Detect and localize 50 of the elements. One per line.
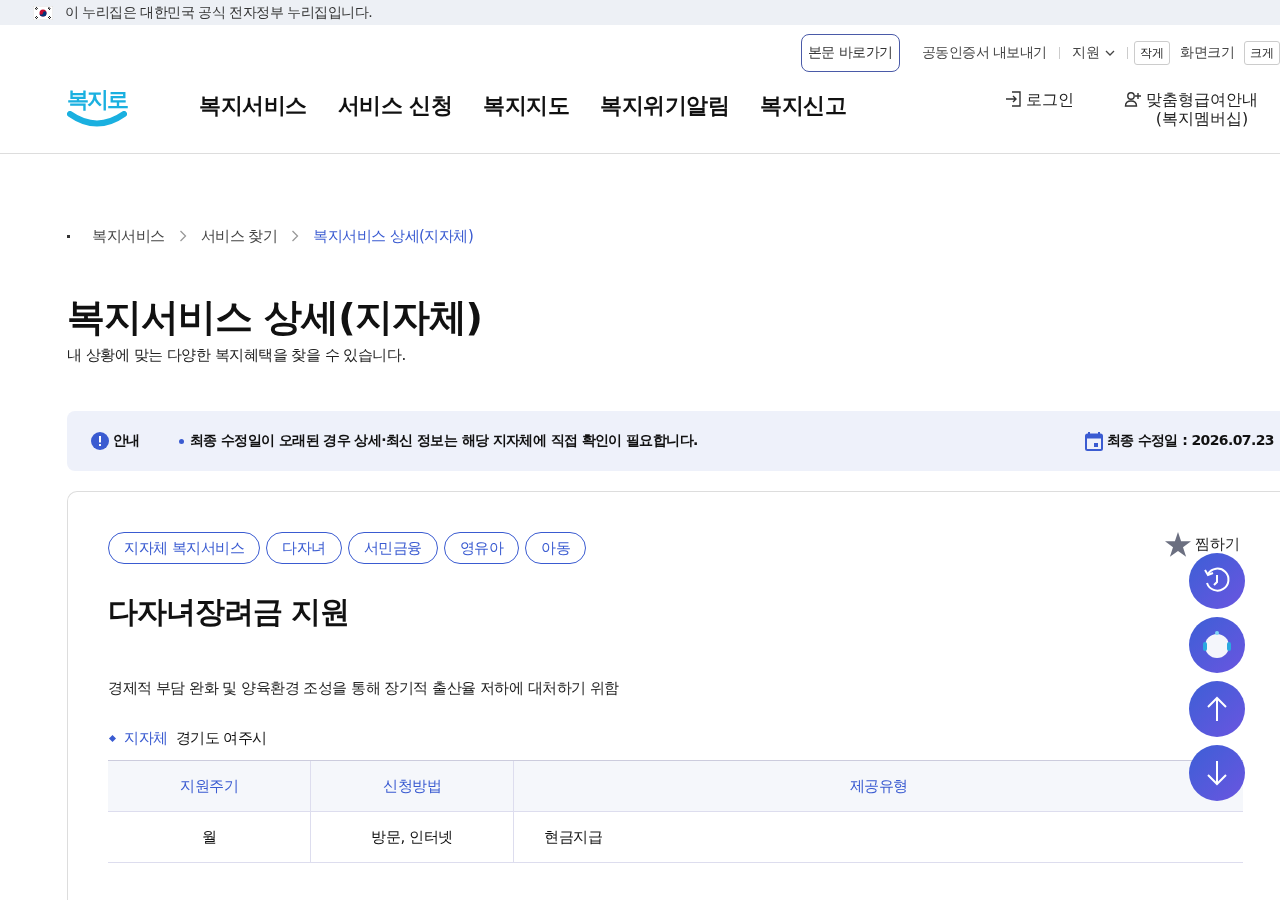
scroll-top-button[interactable] <box>1189 681 1245 737</box>
page-subtitle: 내 상황에 맞는 다양한 복지혜택을 찾을 수 있습니다. <box>67 346 407 365</box>
bullet-icon <box>108 734 117 742</box>
screen-size-label: 화면크기 <box>1179 44 1235 62</box>
membership-button[interactable]: 맞춤형급여안내 (복지멤버십) <box>1118 89 1264 129</box>
utility-link[interactable]: 공동인증서 내보내기 <box>909 44 1059 62</box>
robot-drawing <box>1201 629 1233 661</box>
chevron-down-icon <box>1105 49 1115 57</box>
column-header: 신청방법 <box>310 760 514 812</box>
table-cell: 현금지급 <box>513 811 1243 863</box>
breadcrumb-link[interactable]: 복지서비스 상세(지자체) <box>313 226 474 246</box>
smile-icon <box>67 111 127 127</box>
region-label: 지자체 <box>124 728 168 748</box>
flag-icon <box>33 5 53 20</box>
nav-menu-item[interactable]: 복지위기알림 <box>600 91 730 121</box>
service-description: 경제적 부담 완화 및 양육환경 조성을 통해 장기적 출산율 저하에 대처하기 위함 <box>108 679 620 698</box>
page-title: 복지서비스 상세(지자체) <box>67 294 483 341</box>
info-icon <box>91 432 109 450</box>
calendar-icon <box>1084 431 1103 451</box>
column-header: 제공유형 <box>513 760 1243 812</box>
table-cell: 방문, 인터넷 <box>310 811 514 863</box>
chevron-right-icon <box>178 230 187 242</box>
nav-menu-item[interactable]: 복지서비스 <box>199 91 307 121</box>
service-title: 다자녀장려금 지원 <box>108 593 351 631</box>
font-size-button[interactable]: 크게 <box>1244 41 1280 65</box>
table-cell: 월 <box>108 811 311 863</box>
nav-menu-item[interactable]: 서비스 신청 <box>337 91 453 121</box>
column-header: 지원주기 <box>108 760 311 812</box>
history-button[interactable] <box>1189 553 1245 609</box>
bullet-icon <box>179 438 184 444</box>
notice-label: 안내 <box>113 432 140 450</box>
font-size-button[interactable]: 작게 <box>1134 41 1170 65</box>
skip-link[interactable]: 본문 바로가기 <box>800 34 900 72</box>
government-notice: 이 누리집은 대한민국 공식 전자정부 누리집입니다. <box>65 3 373 22</box>
add-user-icon <box>1124 90 1142 108</box>
chevron-right-icon <box>291 230 300 242</box>
scroll-bottom-button[interactable] <box>1189 745 1245 801</box>
breadcrumb-link[interactable]: 서비스 찾기 <box>200 226 278 246</box>
nav-menu-item[interactable]: 복지신고 <box>760 91 847 121</box>
notice-message: 최종 수정일이 오래된 경우 상세·최신 정보는 해당 지자체에 직접 확인이 필요합니다. <box>190 432 698 450</box>
breadcrumb-link[interactable]: 복지서비스 <box>92 226 165 246</box>
login-icon <box>1004 90 1022 108</box>
nav-menu-item[interactable]: 복지지도 <box>483 91 570 121</box>
region-value: 경기도 여주시 <box>175 728 267 748</box>
favorite-button[interactable]: 찜하기 <box>1165 532 1240 557</box>
last-modified-date: 최종 수정일 : 2026.07.23 <box>1106 432 1274 450</box>
login-button[interactable]: 로그인 <box>998 89 1080 110</box>
bullet-icon <box>67 234 70 238</box>
support-dropdown[interactable]: 지원 <box>1060 44 1127 62</box>
chatbot-button[interactable] <box>1189 617 1245 673</box>
